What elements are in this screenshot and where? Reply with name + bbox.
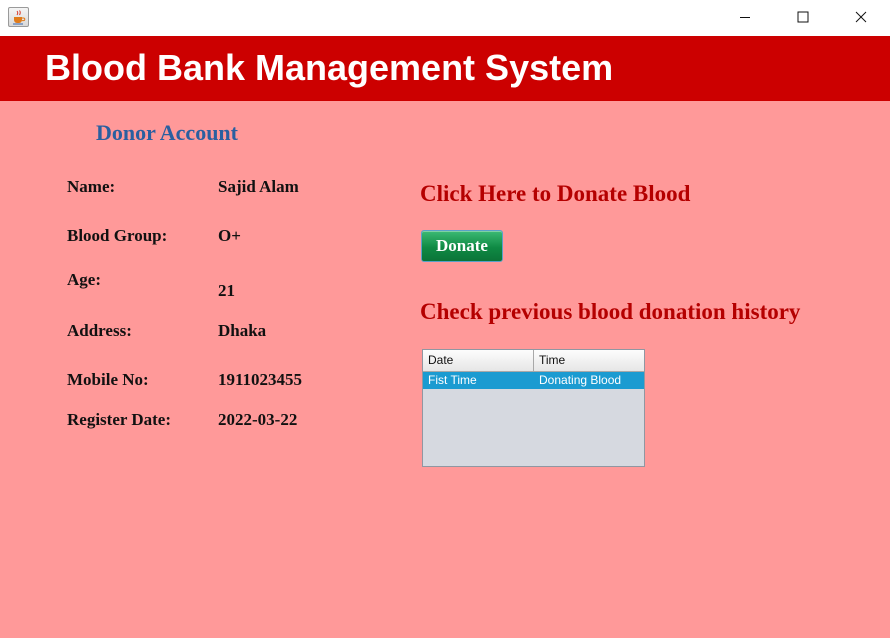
column-header-date[interactable]: Date bbox=[423, 350, 534, 372]
name-label: Name: bbox=[67, 177, 116, 196]
address-value: Dhaka bbox=[218, 321, 267, 340]
column-header-time[interactable]: Time bbox=[534, 350, 644, 372]
blood-group-value: O+ bbox=[218, 226, 241, 245]
register-date-label: Register Date: bbox=[67, 410, 172, 429]
close-button[interactable] bbox=[832, 0, 890, 34]
minimize-icon bbox=[740, 17, 750, 18]
age-value: 21 bbox=[218, 281, 235, 300]
mobile-label: Mobile No: bbox=[67, 370, 149, 389]
table-cell-date: Fist Time bbox=[428, 373, 477, 387]
java-cup-icon bbox=[8, 7, 29, 27]
donation-history-table[interactable]: Date Time Fist Time Donating Blood bbox=[422, 349, 645, 467]
blood-group-label: Blood Group: bbox=[67, 226, 168, 245]
maximize-icon bbox=[797, 11, 809, 23]
register-date-value: 2022-03-22 bbox=[218, 410, 298, 429]
table-row[interactable]: Fist Time Donating Blood bbox=[423, 372, 644, 389]
donate-heading: Click Here to Donate Blood bbox=[420, 181, 691, 206]
age-label: Age: bbox=[67, 270, 101, 289]
minimize-button[interactable] bbox=[716, 0, 774, 34]
address-label: Address: bbox=[67, 321, 132, 340]
app-header: Blood Bank Management System bbox=[0, 36, 890, 101]
maximize-button[interactable] bbox=[774, 0, 832, 34]
table-cell-time: Donating Blood bbox=[539, 373, 622, 387]
name-value: Sajid Alam bbox=[218, 177, 299, 196]
table-header: Date Time bbox=[423, 350, 644, 372]
history-heading: Check previous blood donation history bbox=[420, 299, 801, 324]
donate-button[interactable]: Donate bbox=[421, 230, 503, 262]
close-icon bbox=[855, 11, 867, 23]
mobile-value: 1911023455 bbox=[218, 370, 303, 389]
section-title: Donor Account bbox=[96, 120, 238, 145]
app-title: Blood Bank Management System bbox=[45, 47, 614, 88]
window-title-bar bbox=[0, 0, 890, 36]
